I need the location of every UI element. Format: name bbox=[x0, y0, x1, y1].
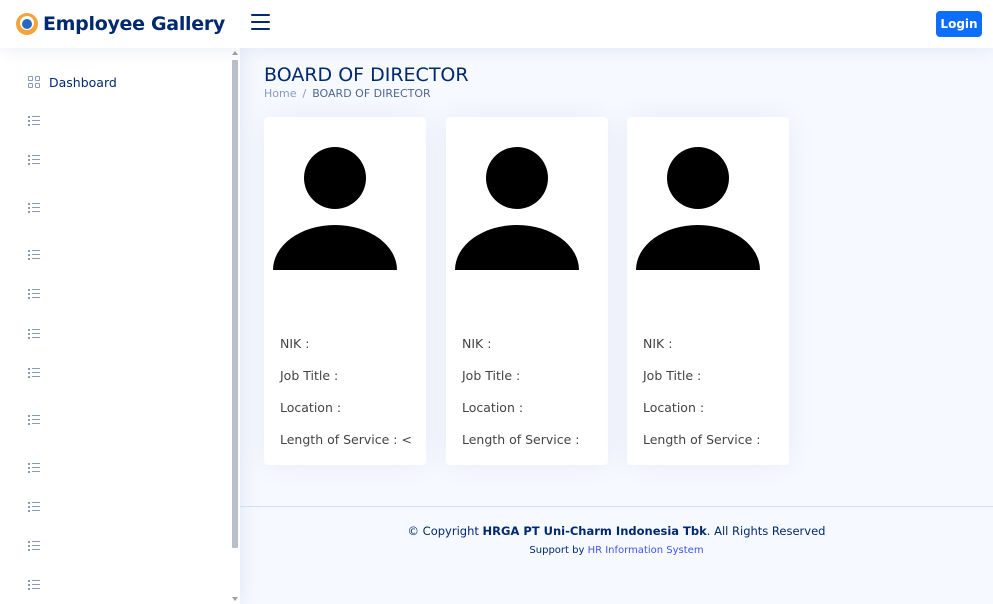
list-icon bbox=[28, 202, 40, 213]
breadcrumb-current: BOARD OF DIRECTOR bbox=[312, 87, 431, 100]
length-of-service-field: Length of Service : < bbox=[280, 432, 412, 447]
sidebar-item[interactable] bbox=[28, 364, 49, 380]
list-icon bbox=[28, 249, 40, 260]
avatar-placeholder-icon bbox=[273, 147, 397, 270]
app-logo[interactable]: Employee Gallery bbox=[16, 11, 225, 37]
nik-field: NIK : bbox=[643, 336, 673, 351]
logo-icon bbox=[16, 13, 38, 35]
location-field: Location : bbox=[643, 400, 705, 415]
breadcrumb-separator: / bbox=[302, 87, 307, 100]
sidebar-item[interactable] bbox=[28, 199, 49, 215]
employee-card[interactable]: NIK : Job Title : Location : Length of S… bbox=[264, 117, 426, 465]
sidebar-item[interactable] bbox=[28, 285, 49, 301]
list-icon bbox=[28, 501, 40, 512]
menu-toggle-icon[interactable] bbox=[251, 14, 271, 32]
list-icon bbox=[28, 115, 40, 126]
copyright-prefix: © Copyright bbox=[407, 524, 483, 538]
sidebar-item[interactable] bbox=[28, 459, 49, 475]
sidebar-item-dashboard[interactable]: Dashboard bbox=[28, 74, 117, 90]
nik-field: NIK : bbox=[462, 336, 492, 351]
sidebar-scrollbar[interactable] bbox=[231, 51, 238, 601]
page-title: BOARD OF DIRECTOR bbox=[264, 64, 469, 86]
scroll-up-icon[interactable] bbox=[232, 51, 238, 55]
company-name: HRGA PT Uni-Charm Indonesia Tbk bbox=[482, 524, 707, 538]
length-of-service-field: Length of Service : bbox=[643, 432, 761, 447]
scroll-thumb[interactable] bbox=[232, 60, 238, 548]
sidebar-item[interactable] bbox=[28, 498, 49, 514]
breadcrumb: Home / BOARD OF DIRECTOR bbox=[264, 87, 431, 100]
login-button[interactable]: Login bbox=[936, 11, 982, 37]
sidebar-item[interactable] bbox=[28, 112, 49, 128]
list-icon bbox=[28, 288, 40, 299]
support-prefix: Support by bbox=[529, 545, 588, 556]
footer-divider bbox=[240, 506, 993, 507]
list-icon bbox=[28, 579, 40, 590]
sidebar-item[interactable] bbox=[28, 325, 49, 341]
length-of-service-field: Length of Service : bbox=[462, 432, 580, 447]
list-icon bbox=[28, 540, 40, 551]
job-title-field: Job Title : bbox=[280, 368, 339, 383]
location-field: Location : bbox=[462, 400, 524, 415]
sidebar-item[interactable] bbox=[28, 537, 49, 553]
employee-card[interactable]: NIK : Job Title : Location : Length of S… bbox=[446, 117, 608, 465]
sidebar-item[interactable] bbox=[28, 576, 49, 592]
copyright-text: © Copyright HRGA PT Uni-Charm Indonesia … bbox=[240, 524, 993, 538]
nik-field: NIK : bbox=[280, 336, 310, 351]
list-icon bbox=[28, 154, 40, 165]
scroll-down-icon[interactable] bbox=[232, 597, 238, 601]
copyright-suffix: . All Rights Reserved bbox=[706, 524, 826, 538]
grid-icon bbox=[28, 76, 40, 88]
sidebar-item[interactable] bbox=[28, 246, 49, 262]
job-title-field: Job Title : bbox=[462, 368, 521, 383]
sidebar-item[interactable] bbox=[28, 411, 49, 427]
list-icon bbox=[28, 367, 40, 378]
list-icon bbox=[28, 414, 40, 425]
support-text: Support by HR Information System bbox=[240, 545, 993, 556]
sidebar-item[interactable] bbox=[28, 151, 49, 167]
sidebar: Dashboard bbox=[0, 48, 240, 604]
employee-card[interactable]: NIK : Job Title : Location : Length of S… bbox=[627, 117, 789, 465]
breadcrumb-home-link[interactable]: Home bbox=[264, 87, 296, 100]
avatar-placeholder-icon bbox=[636, 147, 760, 270]
location-field: Location : bbox=[280, 400, 342, 415]
support-link[interactable]: HR Information System bbox=[588, 545, 704, 556]
avatar-placeholder-icon bbox=[455, 147, 579, 270]
job-title-field: Job Title : bbox=[643, 368, 702, 383]
main-content: BOARD OF DIRECTOR Home / BOARD OF DIRECT… bbox=[240, 48, 993, 604]
top-header: Employee Gallery Login bbox=[0, 0, 993, 48]
app-title: Employee Gallery bbox=[43, 13, 225, 35]
list-icon bbox=[28, 462, 40, 473]
sidebar-item-label: Dashboard bbox=[49, 74, 117, 90]
list-icon bbox=[28, 328, 40, 339]
